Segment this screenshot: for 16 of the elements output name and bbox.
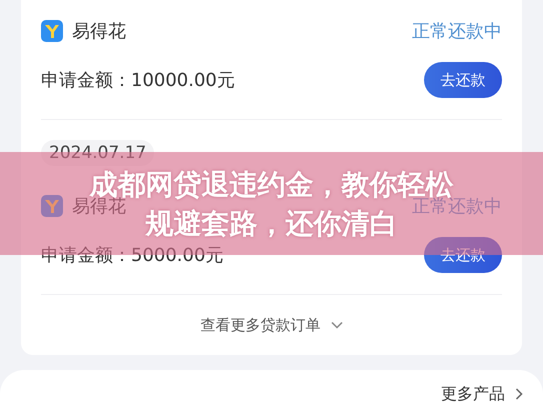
lender-name: 易得花 (72, 20, 126, 43)
loan-status: 正常还款中 (412, 196, 502, 218)
more-orders-link[interactable]: 查看更多贷款订单 (200, 316, 320, 334)
repay-button[interactable]: 去还款 (424, 62, 502, 98)
more-products-link[interactable]: 更多产品 (441, 384, 505, 405)
chevron-down-icon (330, 321, 342, 329)
app-logo-icon (41, 195, 63, 217)
loan-amount: 申请金额：10000.00元 (41, 69, 235, 92)
app-logo-icon (41, 20, 63, 42)
loan-status: 正常还款中 (412, 20, 502, 43)
lender-name: 易得花 (72, 196, 126, 218)
repay-button[interactable]: 去还款 (424, 237, 502, 273)
chevron-right-icon (515, 388, 523, 400)
loan-amount: 申请金额：5000.00元 (41, 244, 224, 267)
loan-date: 2024.07.17 (41, 140, 154, 166)
banner-title-line: 规避套路，还你清白 (146, 206, 398, 242)
